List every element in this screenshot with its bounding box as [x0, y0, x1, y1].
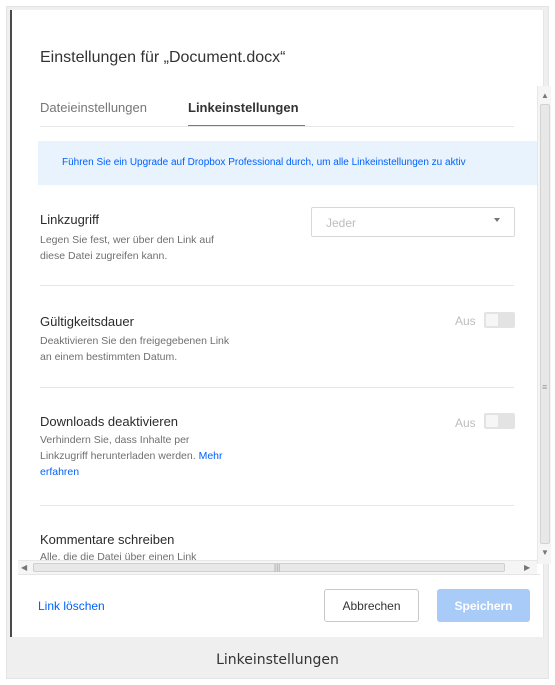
cancel-button[interactable]: Abbrechen: [324, 589, 419, 622]
row-divider: [40, 387, 514, 388]
save-button[interactable]: Speichern: [437, 589, 530, 622]
tab-bar: Dateieinstellungen Linkeinstellungen: [40, 100, 515, 128]
scroll-right-icon[interactable]: ▶: [524, 563, 530, 572]
tab-file-settings[interactable]: Dateieinstellungen: [40, 100, 147, 115]
tab-link-settings[interactable]: Linkeinstellungen: [188, 100, 299, 115]
comments-description: Alle, die die Datei über einen Link: [40, 551, 197, 560]
toggle-knob: [486, 314, 498, 326]
expiry-toggle[interactable]: [484, 312, 515, 328]
delete-link-button[interactable]: Link löschen: [38, 599, 105, 613]
downloads-title: Downloads deaktivieren: [40, 414, 179, 429]
horizontal-scroll-thumb[interactable]: |||: [33, 563, 505, 572]
comments-title: Kommentare schreiben: [40, 532, 175, 547]
downloads-desc-line1: Verhindern Sie, dass Inhalte per: [40, 434, 190, 446]
upgrade-banner[interactable]: Führen Sie ein Upgrade auf Dropbox Profe…: [38, 141, 538, 185]
expiry-desc-line2: an einem bestimmten Datum.: [40, 351, 178, 363]
vertical-scrollbar[interactable]: ▲ ≡ ▼: [537, 86, 551, 564]
upgrade-banner-text: Führen Sie ein Upgrade auf Dropbox Profe…: [62, 157, 466, 168]
chevron-down-icon: [494, 218, 500, 222]
expiry-title: Gültigkeitsdauer: [40, 314, 134, 329]
link-access-description: Legen Sie fest, wer über den Link auf di…: [40, 232, 270, 264]
comments-description-clip: Alle, die die Datei über einen Link: [40, 551, 340, 560]
toggle-knob: [486, 415, 498, 427]
downloads-desc-line2: Linkzugriff herunterladen werden.: [40, 450, 196, 462]
row-divider: [40, 285, 514, 286]
learn-more-link[interactable]: Mehr: [199, 450, 223, 462]
expiry-desc-line1: Deaktivieren Sie den freigegebenen Link: [40, 335, 230, 347]
vertical-scroll-thumb[interactable]: [540, 104, 550, 544]
link-access-select-value: Jeder: [326, 216, 357, 230]
link-access-desc-line2: diese Datei zugreifen kann.: [40, 250, 168, 262]
downloads-description: Verhindern Sie, dass Inhalte per Linkzug…: [40, 432, 270, 480]
expiry-description: Deaktivieren Sie den freigegebenen Link …: [40, 333, 270, 365]
dialog-title: Einstellungen für „Document.docx“: [40, 49, 286, 66]
expiry-toggle-label: Aus: [455, 314, 476, 328]
dialog-edge: [10, 10, 12, 637]
downloads-toggle-label: Aus: [455, 416, 476, 430]
horizontal-scrollbar[interactable]: ◀ ||| ▶: [18, 560, 537, 574]
figure-caption: Linkeinstellungen: [216, 652, 339, 668]
learn-more-link-cont[interactable]: erfahren: [40, 466, 79, 478]
scroll-grip-icon: |||: [274, 563, 281, 572]
scroll-grip-icon: ≡: [542, 382, 548, 392]
footer-divider: [18, 574, 540, 575]
link-access-desc-line1: Legen Sie fest, wer über den Link auf: [40, 234, 214, 246]
link-access-select[interactable]: Jeder: [311, 207, 515, 237]
row-divider: [40, 505, 514, 506]
scroll-left-icon[interactable]: ◀: [21, 563, 27, 572]
link-access-title: Linkzugriff: [40, 212, 100, 227]
downloads-toggle[interactable]: [484, 413, 515, 429]
scroll-up-icon[interactable]: ▲: [541, 91, 549, 100]
scroll-down-icon[interactable]: ▼: [541, 548, 549, 557]
tabs-divider: [40, 126, 514, 127]
